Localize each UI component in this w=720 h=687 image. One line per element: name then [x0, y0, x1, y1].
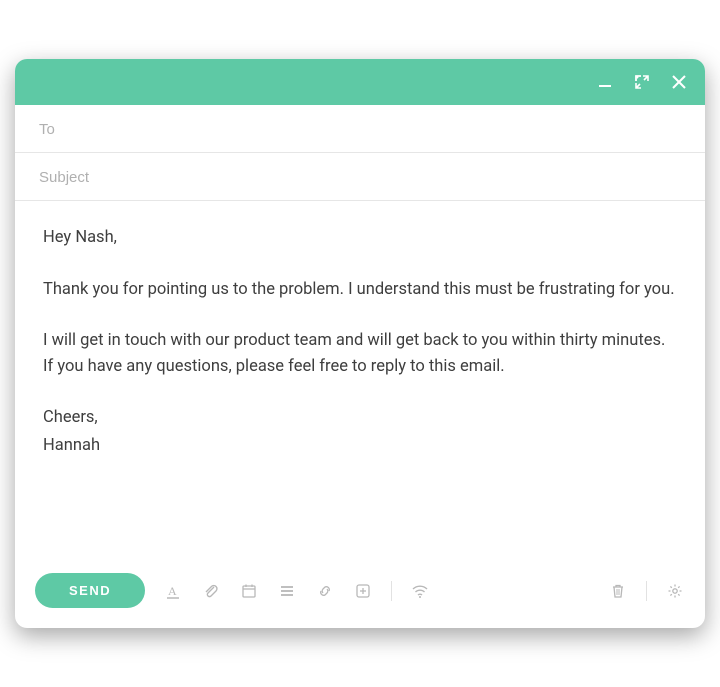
body-greeting: Hey Nash,: [43, 225, 677, 251]
send-button[interactable]: SEND: [35, 573, 145, 608]
trash-icon[interactable]: [608, 581, 628, 601]
message-body[interactable]: Hey Nash, Thank you for pointing us to t…: [15, 201, 705, 561]
list-icon[interactable]: [277, 581, 297, 601]
header-fields: [15, 105, 705, 201]
body-paragraph-2: I will get in touch with our product tea…: [43, 328, 677, 379]
link-icon[interactable]: [315, 581, 335, 601]
to-field-row: [15, 105, 705, 153]
subject-field-row: [15, 153, 705, 201]
wifi-icon[interactable]: [410, 581, 430, 601]
body-signature: Hannah: [43, 433, 677, 459]
calendar-icon[interactable]: [239, 581, 259, 601]
svg-text:A: A: [168, 584, 177, 598]
to-input[interactable]: [39, 121, 681, 138]
attachment-icon[interactable]: [201, 581, 221, 601]
title-bar: [15, 59, 705, 105]
body-paragraph-1: Thank you for pointing us to the problem…: [43, 277, 677, 303]
compose-window: Hey Nash, Thank you for pointing us to t…: [15, 59, 705, 628]
text-format-icon[interactable]: A: [163, 581, 183, 601]
insert-icon[interactable]: [353, 581, 373, 601]
toolbar-separator-2: [646, 581, 647, 601]
toolbar-separator: [391, 581, 392, 601]
close-button[interactable]: [671, 74, 687, 90]
expand-button[interactable]: [635, 75, 649, 89]
minimize-button[interactable]: [597, 74, 613, 90]
subject-input[interactable]: [39, 169, 681, 186]
body-signoff: Cheers,: [43, 405, 677, 431]
compose-toolbar: SEND A: [15, 561, 705, 628]
settings-icon[interactable]: [665, 581, 685, 601]
